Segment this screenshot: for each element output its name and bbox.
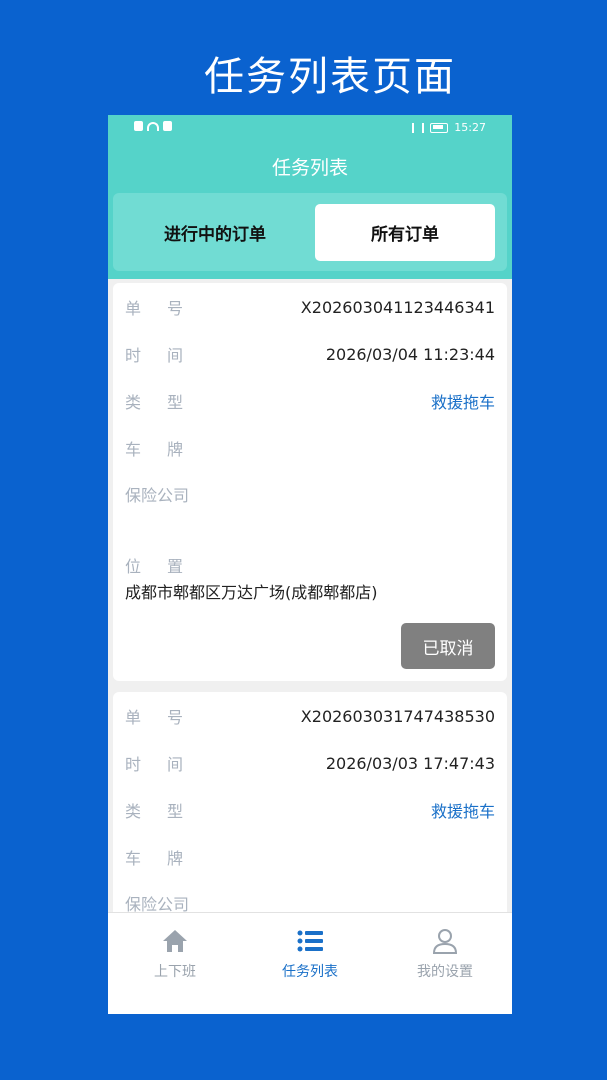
tab-task-list[interactable]: 任务列表 — [255, 927, 365, 981]
insurer-label: 保险公司 — [125, 895, 190, 912]
tab-label: 上下班 — [154, 964, 196, 980]
tab-label: 我的设置 — [417, 964, 473, 980]
header-title: 任务列表 — [271, 157, 348, 179]
home-icon — [163, 930, 187, 952]
vibrate-icon — [412, 122, 425, 133]
time-label: 时间 — [125, 346, 210, 365]
time-label: 时间 — [125, 755, 210, 774]
wifi-icon — [147, 121, 159, 131]
order-card[interactable]: 单号 X202603031747438530 时间 2026/03/03 17:… — [113, 692, 507, 912]
phone-screen: 15:27 任务列表 进行中的订单 所有订单 单号 X2026030411234… — [108, 115, 512, 1014]
app-notification-icon — [163, 121, 172, 131]
time-value: 2026/03/04 11:23:44 — [325, 344, 495, 364]
status-bar: 15:27 — [108, 115, 512, 141]
status-time: 15:27 — [454, 121, 486, 134]
battery-icon — [430, 122, 449, 133]
order-card[interactable]: 单号 X202603041123446341 时间 2026/03/04 11:… — [113, 283, 507, 681]
type-value: 救援拖车 — [430, 393, 495, 412]
tab-all-orders[interactable]: 所有订单 — [315, 204, 495, 261]
plate-label: 车牌 — [125, 849, 210, 868]
tab-in-progress-orders[interactable]: 进行中的订单 — [125, 204, 305, 261]
location-address: 成都市郫都区万达广场(成都郫都店) — [125, 583, 378, 602]
tab-label: 任务列表 — [282, 964, 338, 980]
location-label: 位置 — [125, 557, 210, 576]
plate-label: 车牌 — [125, 440, 210, 459]
time-value: 2026/03/03 17:47:43 — [325, 753, 495, 773]
sim-icon — [134, 121, 143, 131]
order-filter-segment: 进行中的订单 所有订单 — [113, 193, 507, 271]
order-no-value: X202603031747438530 — [300, 706, 495, 726]
header: 任务列表 进行中的订单 所有订单 — [108, 141, 512, 279]
insurer-label: 保险公司 — [125, 486, 190, 505]
order-no-label: 单号 — [125, 299, 210, 318]
bottom-tab-bar: 上下班 任务列表 我的设置 — [108, 912, 512, 1014]
order-no-value: X202603041123446341 — [300, 297, 495, 317]
order-list[interactable]: 单号 X202603041123446341 时间 2026/03/04 11:… — [108, 279, 512, 912]
type-label: 类型 — [125, 802, 210, 821]
tab-my-settings[interactable]: 我的设置 — [390, 927, 500, 981]
type-label: 类型 — [125, 393, 210, 412]
order-no-label: 单号 — [125, 708, 210, 727]
type-value: 救援拖车 — [430, 802, 495, 821]
page-title: 任务列表页面 — [204, 54, 456, 100]
user-icon — [432, 929, 458, 954]
list-icon — [297, 930, 323, 952]
cancelled-status-button[interactable]: 已取消 — [401, 623, 495, 669]
tab-clock-in-out[interactable]: 上下班 — [120, 927, 230, 981]
